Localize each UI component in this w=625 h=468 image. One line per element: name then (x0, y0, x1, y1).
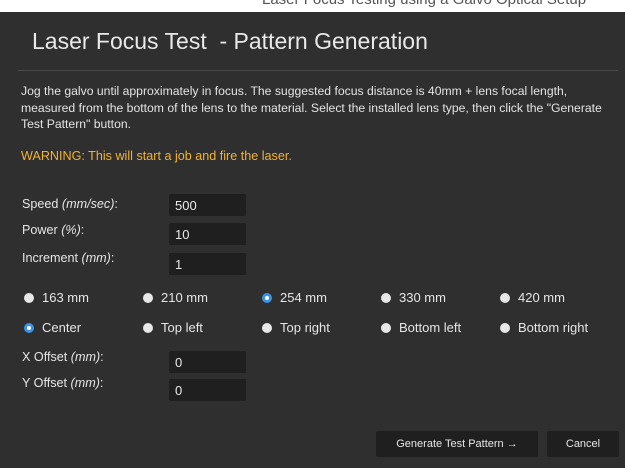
y-offset-input[interactable] (169, 379, 246, 401)
radio-dot-icon (262, 292, 272, 303)
power-label: Power (%): (22, 223, 85, 237)
position-radio-top-left[interactable]: Top left (143, 320, 203, 335)
radio-dot-icon (500, 322, 510, 333)
x-offset-input[interactable] (169, 351, 246, 373)
generate-test-pattern-button[interactable]: Generate Test Pattern → (376, 431, 538, 457)
laser-warning: WARNING: This will start a job and fire … (21, 149, 292, 163)
radio-dot-icon (381, 292, 391, 303)
focus-test-dialog: Laser Focus Test - Pattern Generation Jo… (0, 12, 625, 468)
y-offset-label: Y Offset (mm): (22, 376, 104, 390)
background-window-strip: Laser Focus Testing using a Galvo Optica… (0, 0, 625, 12)
radio-dot-icon (500, 292, 510, 303)
radio-dot-icon (262, 322, 272, 333)
position-radio-top-right[interactable]: Top right (262, 320, 330, 335)
radio-dot-icon (381, 322, 391, 333)
increment-input[interactable] (169, 253, 246, 275)
speed-label: Speed (mm/sec): (22, 197, 118, 211)
lens-radio-420[interactable]: 420 mm (500, 290, 565, 305)
cancel-button[interactable]: Cancel (547, 431, 619, 457)
dialog-title: Laser Focus Test - Pattern Generation (32, 28, 428, 54)
increment-label: Increment (mm): (22, 251, 115, 265)
lens-radio-330[interactable]: 330 mm (381, 290, 446, 305)
lens-radio-210[interactable]: 210 mm (143, 290, 208, 305)
radio-dot-icon (24, 322, 34, 333)
position-radio-center[interactable]: Center (24, 320, 81, 335)
position-radio-bottom-right[interactable]: Bottom right (500, 320, 588, 335)
power-input[interactable] (169, 223, 246, 245)
radio-dot-icon (24, 292, 34, 303)
position-radio-bottom-left[interactable]: Bottom left (381, 320, 461, 335)
lens-radio-163[interactable]: 163 mm (24, 290, 89, 305)
x-offset-label: X Offset (mm): (22, 350, 104, 364)
background-window-title: Laser Focus Testing using a Galvo Optica… (262, 0, 586, 8)
radio-dot-icon (143, 292, 153, 303)
speed-input[interactable] (169, 194, 246, 216)
title-divider (18, 70, 618, 71)
dialog-description: Jog the galvo until approximately in foc… (21, 84, 602, 131)
radio-dot-icon (143, 322, 153, 333)
lens-radio-254[interactable]: 254 mm (262, 290, 327, 305)
